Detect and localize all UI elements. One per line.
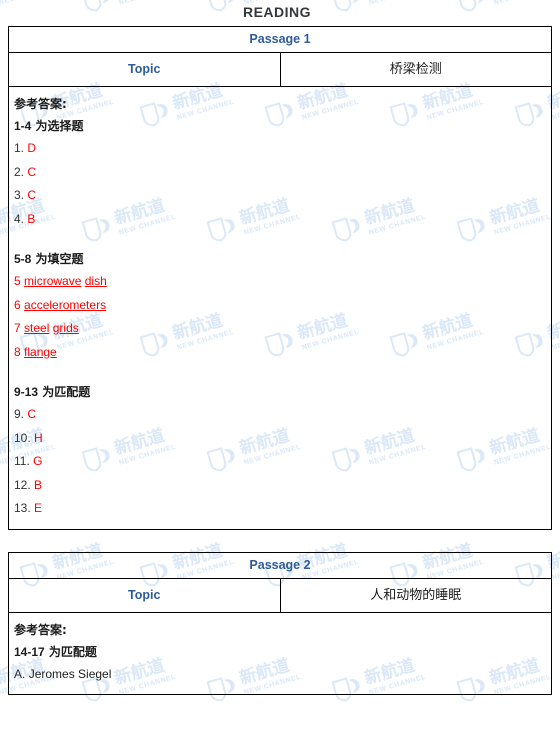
answer-value: microwave dish [24,274,107,288]
answer-word: accelerometers [24,297,107,312]
answers-title: 参考答案: [14,97,67,111]
answers-cell: 参考答案: 1-4 为选择题 1. D 2. C 3. C 4. B 5-8 为填空题 5 m… [8,86,552,530]
answers-cell: 参考答案: 14-17 为匹配题 A. Jeromes Siegel [8,611,552,695]
answer-row: 4. B [14,208,551,232]
answer-value: steel grids [24,321,79,335]
answer-row: 9. C [14,403,551,427]
answer-row: 6 accelerometers [14,294,551,318]
answer-value: Jeromes Siegel [28,666,112,681]
answer-number: 13. [14,501,31,515]
answers-title: 参考答案: [14,622,67,637]
question-type-label: 为匹配题 [42,385,91,399]
question-type-label: 为填空题 [35,252,84,266]
answer-number: 9. [14,407,25,421]
answer-number: 1. [14,141,25,155]
answer-value: G [33,454,43,468]
question-type-label: 为选择题 [35,119,84,133]
table-spacer [0,530,560,552]
answer-value: B [27,211,36,226]
passage-1-container: Passage 1 Topic 桥梁检测 参考答案: 1-4 为选择题 1. D 2. C3… [0,26,560,530]
answer-number: 10. [14,430,31,445]
answer-row: 3. C [14,184,551,208]
question-range: 14-17 [14,644,45,659]
passage-header-label: Passage 2 [8,551,552,579]
answer-number: 12. [14,477,31,492]
answers-row: 参考答案: 1-4 为选择题 1. D 2. C 3. C 4. B 5-8 为填空题 5 m… [8,86,552,530]
question-group-heading: 9-13 为匹配题 [14,381,551,403]
answer-value: accelerometers [24,298,106,312]
page-title: READING [242,4,312,20]
passage-table-2: Passage 2 Topic 人和动物的睡眠 参考答案: 14-17 为匹配题 A. J… [8,551,552,695]
passage-header-row: Passage 1 [8,26,552,53]
question-group-heading: 5-8 为填空题 [14,248,551,270]
question-group-heading: 14-17 为匹配题 [14,641,551,663]
answer-value: B [34,477,43,492]
passage-table-1: Passage 1 Topic 桥梁检测 参考答案: 1-4 为选择题 1. D 2. C3… [8,26,552,530]
answer-number: 11. [14,454,30,468]
passage-header-label: Passage 1 [8,26,552,53]
topic-value: 桥梁检测 [279,52,552,87]
answer-row: 12. B [14,474,551,498]
answer-number: A. [14,666,26,681]
answer-value: C [27,164,37,179]
topic-label: Topic [8,52,281,87]
document-page: READING Passage 1 Topic 桥梁检测 参考答案: 1-4 为选择题 1… [0,0,560,736]
topic-value: 人和动物的睡眠 [279,577,552,613]
answer-number: 6 [14,297,21,312]
answer-value: flange [24,345,57,359]
question-type-label: 为匹配题 [48,644,97,659]
answer-value: C [27,188,37,202]
answers-row: 参考答案: 14-17 为匹配题 A. Jeromes Siegel [8,611,552,695]
answer-word: grids [52,321,79,335]
passage-header-row: Passage 2 [8,551,552,579]
answer-row: A. Jeromes Siegel [14,663,551,687]
question-range: 9-13 [14,385,39,399]
question-range: 5-8 [14,252,32,266]
answer-value: C [27,407,37,421]
answer-row: 10. H [14,427,551,451]
answer-number: 3. [14,188,25,202]
topic-row: Topic 桥梁检测 [8,52,552,87]
topic-row: Topic 人和动物的睡眠 [8,577,552,613]
answer-value: D [27,141,37,155]
answer-number: 5 [14,274,21,288]
answer-word: steel [24,321,50,335]
answer-row: 7 steel grids [14,317,551,341]
answer-row: 8 flange [14,341,551,365]
answer-word: dish [84,274,107,288]
answer-number: 7 [14,321,21,335]
answer-row: 2. C [14,161,551,185]
question-group-heading: 1-4 为选择题 [14,115,551,137]
topic-label: Topic [8,577,281,613]
answer-value: E [34,501,43,515]
answer-row: 11. G [14,450,551,474]
passage-2-container: Passage 2 Topic 人和动物的睡眠 参考答案: 14-17 为匹配题 A. J… [0,551,560,695]
answer-word: flange [24,344,57,359]
answer-row: 13. E [14,497,551,521]
answer-number: 2. [14,164,25,179]
answer-value: H [34,430,43,445]
answer-row: 1. D [14,137,551,161]
question-range: 1-4 [14,119,32,133]
answer-number: 4. [14,211,25,226]
answer-word: microwave [24,274,82,288]
answer-number: 8 [14,344,21,359]
answer-row: 5 microwave dish [14,270,551,294]
